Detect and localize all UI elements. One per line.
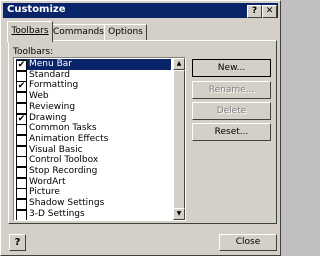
toolbar-list-item[interactable]: Common Tasks bbox=[16, 123, 171, 136]
tab-toolbars[interactable]: Toolbars bbox=[7, 21, 53, 42]
tab-commands[interactable]: Commands bbox=[52, 24, 105, 41]
toolbar-item-label: Visual Basic bbox=[29, 144, 83, 155]
toolbar-item-label: WordArt bbox=[29, 176, 66, 187]
toolbar-item-label: Shadow Settings bbox=[29, 198, 105, 209]
toolbars-list[interactable]: ✔ Menu Bar Standard ✔ Formatting Web Reviewing… bbox=[13, 57, 186, 221]
toolbar-item-label: Web bbox=[29, 91, 49, 102]
delete-button[interactable]: Delete bbox=[192, 102, 271, 120]
toolbar-list-item[interactable]: Stop Recording bbox=[16, 166, 171, 178]
toolbar-item-label: Standard bbox=[29, 69, 70, 80]
toolbar-list-item[interactable]: Control Toolbox bbox=[16, 155, 171, 168]
tab-options-label: Options bbox=[108, 27, 143, 37]
rename-button[interactable]: Rename... bbox=[192, 81, 271, 99]
toolbar-item-label: Menu Bar bbox=[29, 59, 72, 69]
new-button[interactable]: New... bbox=[192, 59, 271, 77]
help-button[interactable]: ? bbox=[9, 234, 26, 251]
toolbar-list-item[interactable]: ✔ Menu Bar bbox=[16, 59, 171, 71]
close-button[interactable]: Close bbox=[219, 234, 277, 251]
toolbar-item-label: Formatting bbox=[29, 80, 79, 91]
help-title-button[interactable]: ? bbox=[247, 5, 262, 18]
reset-button-label: Reset... bbox=[214, 127, 249, 137]
toolbar-list-item[interactable]: ✔ Formatting bbox=[16, 80, 171, 93]
new-button-label: New... bbox=[217, 63, 246, 73]
scroll-up-button[interactable]: ▲ bbox=[173, 58, 185, 70]
toolbar-item-label: Reviewing bbox=[29, 101, 76, 112]
title-bar[interactable]: Customize ? ✕ bbox=[3, 3, 278, 18]
toolbar-list-item[interactable]: Web bbox=[16, 91, 171, 104]
toolbar-list-item[interactable]: Reviewing bbox=[16, 101, 171, 114]
scroll-thumb[interactable] bbox=[173, 70, 185, 210]
toolbar-list-item[interactable]: Picture bbox=[16, 187, 171, 200]
toolbar-list-item[interactable]: Visual Basic bbox=[16, 144, 171, 157]
toolbar-item-label: Common Tasks bbox=[29, 123, 97, 134]
toolbar-item-label: Control Toolbox bbox=[29, 155, 99, 166]
toolbar-item-label: Animation Effects bbox=[29, 133, 109, 144]
toolbars-list-label: Toolbars: bbox=[13, 47, 54, 57]
toolbar-item-label: Drawing bbox=[29, 112, 67, 123]
rename-button-label: Rename... bbox=[208, 85, 255, 95]
scroll-down-button[interactable]: ▼ bbox=[173, 208, 185, 220]
toolbar-list-item[interactable]: Standard bbox=[16, 69, 171, 82]
list-scrollbar[interactable]: ▲ ▼ bbox=[173, 58, 185, 220]
window-title: Customize bbox=[7, 4, 66, 15]
toolbar-list-item[interactable]: Animation Effects bbox=[16, 133, 171, 146]
toolbar-item-label: Picture bbox=[29, 187, 60, 198]
toolbar-item-label: 3-D Settings bbox=[29, 208, 85, 219]
customize-dialog: Customize ? ✕ Toolbars Commands Options … bbox=[0, 0, 281, 256]
toolbar-list-item[interactable]: WordArt bbox=[16, 176, 171, 189]
toolbar-checkbox[interactable] bbox=[16, 209, 27, 220]
toolbar-list-item[interactable]: ✔ Drawing bbox=[16, 112, 171, 125]
toolbar-item-label: Stop Recording bbox=[29, 166, 98, 176]
close-title-button[interactable]: ✕ bbox=[262, 5, 277, 18]
delete-button-label: Delete bbox=[216, 106, 247, 116]
toolbar-list-item[interactable]: Shadow Settings bbox=[16, 198, 171, 211]
toolbar-list-item[interactable]: 3-D Settings bbox=[16, 209, 171, 220]
tab-commands-label: Commands bbox=[53, 27, 104, 37]
tab-toolbars-label: Toolbars bbox=[11, 26, 49, 36]
tab-options[interactable]: Options bbox=[104, 24, 147, 41]
reset-button[interactable]: Reset... bbox=[192, 123, 271, 141]
